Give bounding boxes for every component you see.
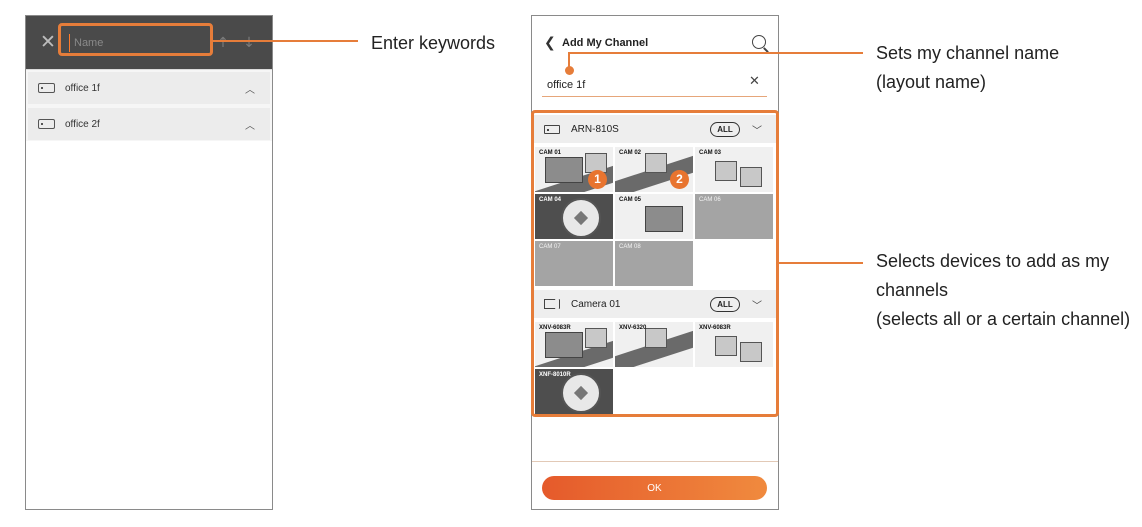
close-icon[interactable]: ✕	[39, 33, 57, 52]
channel-label: CAM 03	[699, 150, 722, 156]
empty-area	[26, 141, 272, 509]
callout-enter-keywords: Enter keywords	[371, 33, 496, 53]
channel-label: CAM 05	[619, 197, 642, 203]
chevron-up-icon[interactable]: ︿	[244, 81, 256, 96]
back-icon[interactable]: ❮	[544, 35, 556, 51]
clear-icon[interactable]: ✕	[749, 74, 760, 89]
channel-label: XNV-6320	[619, 325, 647, 331]
channel-label: CAM 04	[539, 197, 562, 203]
callout-select-devices: Selects devices to add as my channels (s…	[876, 247, 1130, 334]
callout-text: (selects all or a certain channel)	[876, 309, 1131, 329]
callout-text: Selects devices to add as my	[876, 251, 1110, 271]
highlight-box-keywords	[58, 23, 213, 56]
list-item-label: office 2f	[65, 118, 100, 130]
channel-label: CAM 02	[619, 150, 642, 156]
list-item-label: office 1f	[65, 82, 100, 94]
recorder-icon	[38, 119, 55, 129]
search-icon[interactable]	[752, 35, 766, 49]
channel-label: XNF-8010R	[539, 372, 571, 378]
channel-name-field[interactable]	[542, 73, 767, 97]
divider	[26, 69, 272, 70]
arrow-up-icon[interactable]: ↑	[216, 33, 230, 53]
callout-line	[213, 40, 358, 42]
step-badge-1: 1	[588, 170, 607, 189]
step-badge-2: 2	[670, 170, 689, 189]
channel-label: CAM 08	[619, 244, 641, 250]
recorder-icon	[38, 83, 55, 93]
search-screen: ✕ ↑ ↓ office 1f ︿ office 2f ︿	[25, 15, 273, 510]
list-item[interactable]: office 1f ︿	[28, 72, 270, 104]
callout-line	[568, 52, 570, 68]
list-item[interactable]: office 2f ︿	[28, 108, 270, 140]
callout-text: channels	[876, 280, 949, 300]
divider	[532, 461, 778, 462]
page-title: Add My Channel	[562, 37, 649, 49]
arrow-down-icon[interactable]: ↓	[242, 33, 256, 53]
highlight-box-devices	[531, 110, 779, 417]
callout-line	[779, 262, 863, 264]
callout-channel-name: Sets my channel name (layout name)	[876, 39, 1059, 97]
channel-label: XNV-6083R	[699, 325, 731, 331]
callout-text: (layout name)	[876, 72, 987, 92]
channel-label: CAM 01	[539, 150, 562, 156]
callout-text: Sets my channel name	[876, 43, 1060, 63]
channel-label: XNV-6083R	[539, 325, 571, 331]
callout-line	[568, 52, 863, 54]
channel-label: CAM 06	[699, 197, 721, 203]
channel-label: CAM 07	[539, 244, 561, 250]
chevron-up-icon[interactable]: ︿	[244, 117, 256, 132]
ok-button[interactable]: OK	[542, 476, 767, 500]
